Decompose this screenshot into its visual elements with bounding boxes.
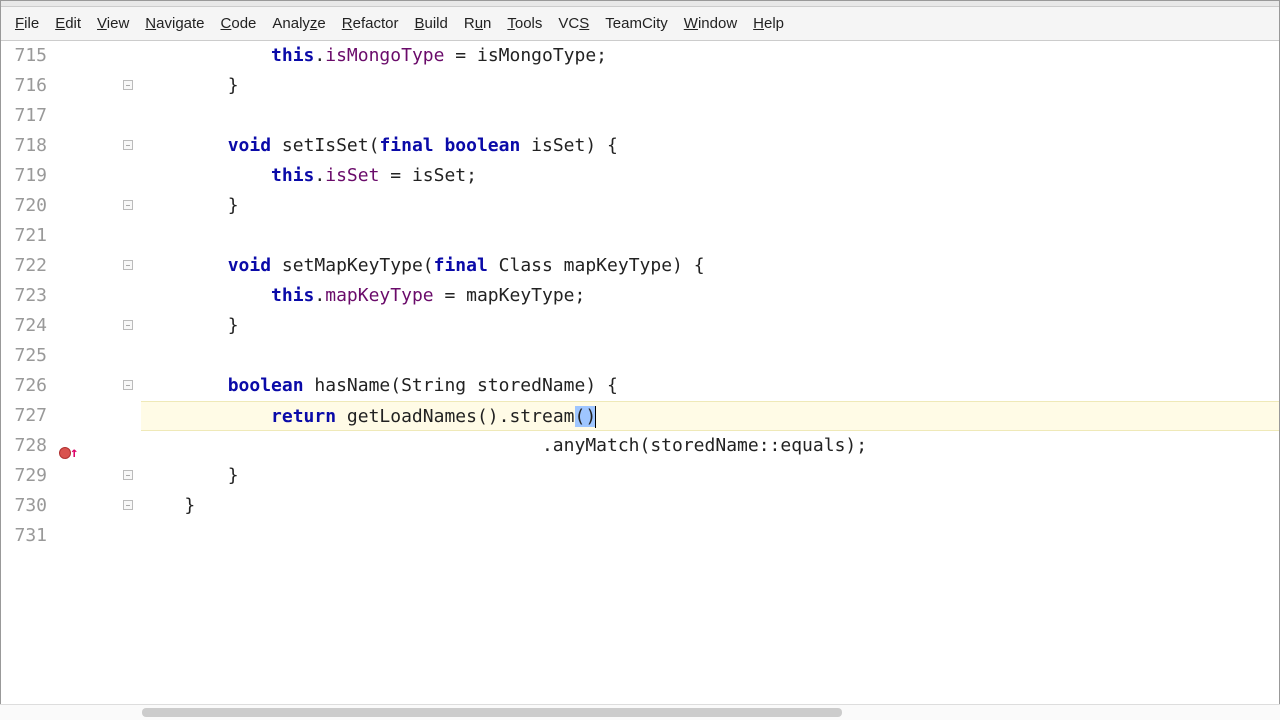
code-line[interactable]: } xyxy=(141,461,1279,491)
menu-tools[interactable]: Tools xyxy=(499,11,550,36)
code-line[interactable]: boolean hasName(String storedName) { xyxy=(141,371,1279,401)
fold-close-icon[interactable] xyxy=(123,200,133,210)
code-line[interactable]: void setIsSet(final boolean isSet) { xyxy=(141,131,1279,161)
menu-view[interactable]: View xyxy=(89,11,137,36)
code-line[interactable]: } xyxy=(141,311,1279,341)
matched-paren: ( xyxy=(575,406,586,427)
code-line[interactable]: this.mapKeyType = mapKeyType; xyxy=(141,281,1279,311)
line-number: 731 xyxy=(1,521,47,551)
menu-vcs[interactable]: VCS xyxy=(550,11,597,36)
menu-navigate[interactable]: Navigate xyxy=(137,11,212,36)
code-editor[interactable]: 715 716 717 718 719 720 721 722 723 724 … xyxy=(1,41,1279,719)
code-line[interactable] xyxy=(141,221,1279,251)
menu-file[interactable]: File xyxy=(7,11,47,36)
code-line-current[interactable]: return getLoadNames().stream() xyxy=(141,401,1279,431)
menu-analyze[interactable]: Analyze xyxy=(264,11,333,36)
line-number-gutter: 715 716 717 718 719 720 721 722 723 724 … xyxy=(1,41,55,719)
line-number: 719 xyxy=(1,161,47,191)
menu-help[interactable]: Help xyxy=(745,11,792,36)
line-number: 729 xyxy=(1,461,47,491)
line-number: 718 xyxy=(1,131,47,161)
line-number: 722 xyxy=(1,251,47,281)
code-line[interactable]: void setMapKeyType(final Class mapKeyTyp… xyxy=(141,251,1279,281)
line-number: 730 xyxy=(1,491,47,521)
fold-close-icon[interactable] xyxy=(123,80,133,90)
line-number: 723 xyxy=(1,281,47,311)
line-number: 724 xyxy=(1,311,47,341)
line-number: 721 xyxy=(1,221,47,251)
line-number: 727 xyxy=(1,401,47,431)
code-line[interactable]: } xyxy=(141,491,1279,521)
menu-edit[interactable]: Edit xyxy=(47,11,89,36)
fold-close-icon[interactable] xyxy=(123,320,133,330)
fold-open-icon[interactable] xyxy=(123,260,133,270)
code-line[interactable]: .anyMatch(storedName::equals); xyxy=(141,431,1279,461)
horizontal-scrollbar[interactable] xyxy=(0,704,1280,720)
fold-open-icon[interactable] xyxy=(123,380,133,390)
code-line[interactable] xyxy=(141,101,1279,131)
menu-bar: File Edit View Navigate Code Analyze Ref… xyxy=(1,7,1279,41)
menu-window[interactable]: Window xyxy=(676,11,745,36)
code-line[interactable]: } xyxy=(141,71,1279,101)
line-number: 725 xyxy=(1,341,47,371)
menu-code[interactable]: Code xyxy=(213,11,265,36)
code-line[interactable] xyxy=(141,521,1279,551)
code-line[interactable]: this.isSet = isSet; xyxy=(141,161,1279,191)
line-number: 728 xyxy=(1,431,47,461)
menu-refactor[interactable]: Refactor xyxy=(334,11,407,36)
menu-teamcity[interactable]: TeamCity xyxy=(597,11,676,36)
fold-open-icon[interactable] xyxy=(123,140,133,150)
line-number: 715 xyxy=(1,41,47,71)
fold-close-icon[interactable] xyxy=(123,470,133,480)
line-number: 717 xyxy=(1,101,47,131)
text-cursor xyxy=(595,406,596,428)
code-line[interactable] xyxy=(141,341,1279,371)
menu-run[interactable]: Run xyxy=(456,11,500,36)
line-number: 716 xyxy=(1,71,47,101)
scrollbar-thumb[interactable] xyxy=(142,708,842,717)
code-line[interactable]: } xyxy=(141,191,1279,221)
icon-gutter: ↑ xyxy=(55,41,133,719)
fold-close-icon[interactable] xyxy=(123,500,133,510)
menu-build[interactable]: Build xyxy=(406,11,455,36)
code-area[interactable]: this.isMongoType = isMongoType; } void s… xyxy=(133,41,1279,719)
line-number: 726 xyxy=(1,371,47,401)
line-number: 720 xyxy=(1,191,47,221)
ide-window: File Edit View Navigate Code Analyze Ref… xyxy=(0,0,1280,720)
code-line[interactable]: this.isMongoType = isMongoType; xyxy=(141,41,1279,71)
